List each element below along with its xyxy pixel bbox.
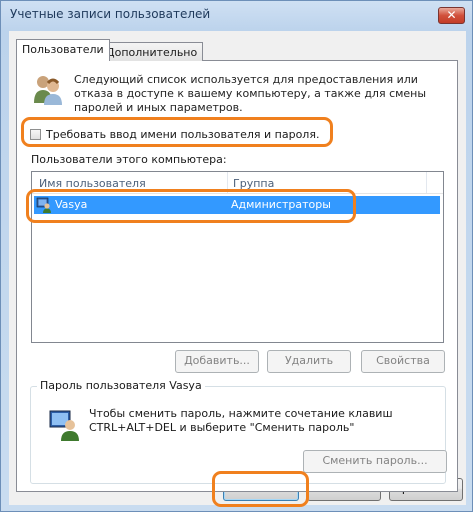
users-icon — [34, 76, 62, 105]
password-group-title: Пароль пользователя Vasya — [37, 379, 205, 392]
remove-button[interactable]: Удалить — [267, 350, 351, 373]
key-user-icon — [49, 410, 79, 441]
password-help-text: Чтобы сменить пароль, нажмите сочетание … — [89, 407, 393, 434]
add-button[interactable]: Добавить... — [175, 350, 259, 373]
tab-advanced[interactable]: Дополнительно — [100, 42, 204, 61]
require-login-checkbox[interactable] — [30, 129, 41, 140]
dialog-client-area: Пользователи Дополнительно Следующий спи… — [9, 31, 466, 505]
close-button[interactable]: ✕ — [438, 7, 465, 24]
properties-button[interactable]: Свойства — [361, 350, 445, 373]
list-header: Имя пользователя Группа — [32, 172, 443, 194]
password-groupbox: Пароль пользователя Vasya Чтобы сменить … — [30, 379, 447, 484]
user-icon — [36, 197, 51, 213]
row-username: Vasya — [55, 198, 88, 211]
title-bar[interactable]: Учетные записи пользователей ✕ — [1, 1, 472, 31]
row-group: Администраторы — [231, 198, 331, 211]
window-title: Учетные записи пользователей — [10, 7, 211, 21]
users-listview[interactable]: Имя пользователя Группа Vasya Администра… — [31, 171, 444, 343]
column-header-group[interactable]: Группа — [233, 177, 274, 190]
tab-users[interactable]: Пользователи — [16, 39, 110, 61]
change-password-button[interactable]: Сменить пароль... — [303, 450, 447, 473]
user-accounts-window: Учетные записи пользователей ✕ Пользоват… — [0, 0, 473, 512]
users-tab-page: Следующий список используется для предос… — [16, 60, 458, 492]
table-row[interactable]: Vasya Администраторы — [34, 196, 440, 214]
users-list-label: Пользователи этого компьютера: — [31, 153, 227, 166]
column-divider[interactable] — [426, 172, 427, 193]
column-divider[interactable] — [227, 172, 228, 193]
require-login-label[interactable]: Требовать ввод имени пользователя и паро… — [46, 128, 319, 141]
column-header-username[interactable]: Имя пользователя — [39, 177, 146, 190]
info-text: Следующий список используется для предос… — [74, 73, 427, 114]
